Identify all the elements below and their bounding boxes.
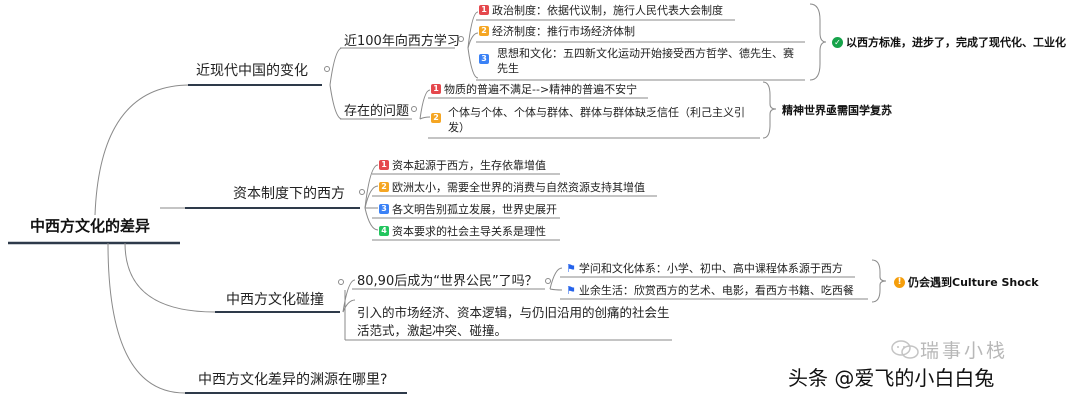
watermark-byline: 头条 @爱飞的小白白兔 bbox=[788, 366, 995, 390]
flag-icon: ⚑ bbox=[566, 262, 576, 275]
branch-origin-question[interactable]: 中西方文化差异的渊源在哪里? bbox=[198, 369, 387, 389]
priority-3-icon: 3 bbox=[479, 54, 489, 64]
leaf-text: 学问和文化体系：小学、初中、高中课程体系源于西方 bbox=[578, 262, 843, 275]
leaf-text: 欧洲太小，需要全世界的消费与自然资源支持其增值 bbox=[392, 181, 645, 194]
check-icon: ✓ bbox=[832, 36, 843, 48]
branch-culture-clash[interactable]: 中西方文化碰撞 bbox=[226, 289, 324, 309]
leaf-leisure-life[interactable]: ⚑ 业余生活：欣赏西方的艺术、电影，看西方书籍、吃西餐 bbox=[566, 283, 854, 298]
leaf-text: 资本要求的社会主导关系是理性 bbox=[392, 225, 546, 238]
sub-learn-from-west[interactable]: 近100年向西方学习 bbox=[344, 30, 460, 49]
watermark-account: 瑞事小栈 bbox=[890, 336, 1008, 363]
priority-4-icon: 4 bbox=[379, 226, 389, 236]
sub-existing-problems[interactable]: 存在的问题 bbox=[344, 100, 409, 119]
leaf-text: 业余生活：欣赏西方的艺术、电影，看西方书籍、吃西餐 bbox=[578, 284, 854, 297]
leaf-text: 个体与个体、个体与群体、群体与群体缺乏信任（利己主义引发） bbox=[448, 106, 745, 134]
priority-2-icon: 2 bbox=[431, 113, 441, 123]
flag-icon: ⚑ bbox=[566, 284, 576, 297]
branch-modern-china-changes[interactable]: 近现代中国的变化 bbox=[196, 60, 308, 80]
branch-west-capitalism[interactable]: 资本制度下的西方 bbox=[233, 183, 345, 203]
leaf-material-spirit[interactable]: 1 物质的普遍不满足-->精神的普遍不安宁 bbox=[431, 82, 637, 97]
root-topic[interactable]: 中西方文化的差异 bbox=[30, 215, 150, 236]
warning-icon: ! bbox=[894, 276, 905, 288]
priority-1-icon: 1 bbox=[431, 84, 441, 94]
leaf-text: 各文明告别孤立发展，世界史展开 bbox=[392, 203, 557, 216]
leaf-politics[interactable]: 1 政治制度：依据代议制，施行人民代表大会制度 bbox=[479, 3, 723, 18]
note-spiritual-revival: 精神世界亟需国学复苏 bbox=[782, 104, 892, 117]
leaf-text: 物质的普遍不满足-->精神的普遍不安宁 bbox=[444, 83, 638, 96]
priority-3-icon: 3 bbox=[379, 204, 389, 214]
priority-2-icon: 2 bbox=[479, 26, 489, 36]
priority-1-icon: 1 bbox=[379, 160, 389, 170]
watermark-account-name: 瑞事小栈 bbox=[920, 340, 1009, 362]
leaf-text: 政治制度：依据代议制，施行人民代表大会制度 bbox=[492, 4, 723, 17]
leaf-world-history[interactable]: 3 各文明告别孤立发展，世界史展开 bbox=[379, 202, 557, 217]
leaf-text: 思想和文化：五四新文化运动开始接受西方哲学、德先生、赛先生 bbox=[497, 47, 794, 75]
priority-1-icon: 1 bbox=[479, 5, 489, 15]
leaf-economy[interactable]: 2 经济制度：推行市场经济体制 bbox=[479, 24, 635, 39]
leaf-thought-culture[interactable]: 3 思想和文化：五四新文化运动开始接受西方哲学、德先生、赛先生 bbox=[479, 46, 804, 76]
leaf-text: 经济制度：推行市场经济体制 bbox=[492, 25, 635, 38]
leaf-text: 资本起源于西方，生存依靠增值 bbox=[392, 159, 546, 172]
note-culture-shock: ! 仍会遇到Culture Shock bbox=[894, 274, 1039, 290]
priority-2-icon: 2 bbox=[379, 182, 389, 192]
note-western-standard: ✓ 以西方标准，进步了，完成了现代化、工业化 bbox=[832, 34, 1066, 50]
leaf-europe-small[interactable]: 2 欧洲太小，需要全世界的消费与自然资源支持其增值 bbox=[379, 180, 645, 195]
sub-market-conflict[interactable]: 引入的市场经济、资本逻辑，与仍旧沿用的创痛的社会生活范式，激起冲突、碰撞。 bbox=[357, 304, 672, 340]
leaf-capital-origin[interactable]: 1 资本起源于西方，生存依靠增值 bbox=[379, 158, 546, 173]
leaf-education-system[interactable]: ⚑ 学问和文化体系：小学、初中、高中课程体系源于西方 bbox=[566, 261, 843, 276]
wechat-icon bbox=[891, 339, 919, 359]
leaf-rationality[interactable]: 4 资本要求的社会主导关系是理性 bbox=[379, 224, 546, 239]
leaf-trust[interactable]: 2 个体与个体、个体与群体、群体与群体缺乏信任（利己主义引发） bbox=[431, 105, 761, 135]
sub-world-citizen[interactable]: 80,90后成为“世界公民”了吗？ bbox=[357, 270, 538, 289]
